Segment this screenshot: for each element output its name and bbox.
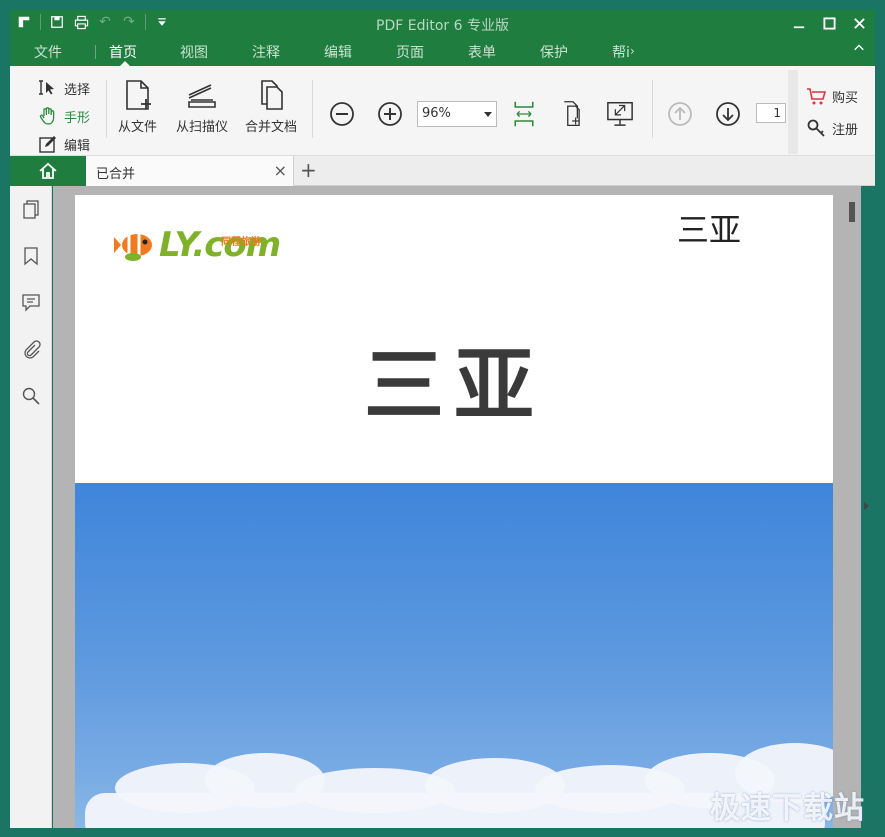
register-label: 注册 [832,122,859,138]
from-scanner-button[interactable]: 从扫描仪 [176,78,228,135]
ribbon-toolbar: 选择 手形 编辑 从文件 从扫描仪 合并文档 96% 1 购买 注册 [10,66,875,156]
from-file-button[interactable]: 从文件 [118,78,157,135]
arrow-down-icon [716,102,740,126]
close-tab-icon[interactable]: × [274,161,287,180]
previous-page-button[interactable] [665,99,695,129]
from-file-label: 从文件 [118,120,158,135]
attachment-icon[interactable] [20,338,42,360]
buy-label: 购买 [832,90,859,106]
merge-docs-label: 合并文档 [245,120,298,135]
scanner-icon [188,84,216,108]
logo-subtitle: 同程旅游 [221,237,261,248]
merge-files-icon [261,80,283,110]
ly-logo: LY.com 同程旅游 [113,225,281,265]
account-actions: 购买 注册 [806,80,858,144]
minimize-button[interactable] [789,13,809,33]
fit-width-icon [514,101,534,127]
zoom-value: 96% [422,106,451,121]
tab-protect[interactable]: 保护 [540,42,568,62]
left-sidebar [10,186,59,828]
window-controls [789,13,869,33]
pages-thumbnail-icon[interactable] [20,198,42,220]
vertical-scrollbar[interactable] [845,186,861,828]
tab-file[interactable]: 文件 [34,42,62,62]
menu-divider [95,45,96,59]
edit-mode-label: 编辑 [64,138,91,154]
hand-mode-button[interactable]: 手形 [38,102,90,130]
bookmark-icon[interactable] [20,245,42,267]
collapse-ribbon-icon[interactable] [853,42,865,58]
sky-photo [75,483,833,828]
search-icon[interactable] [20,385,42,407]
select-mode-label: 选择 [64,82,91,98]
buy-button[interactable]: 购买 [806,80,858,112]
new-file-icon [125,80,151,110]
scrollbar-thumb[interactable] [849,202,855,222]
maximize-button[interactable] [819,13,839,33]
tab-edit[interactable]: 编辑 [324,42,352,62]
edit-icon [39,136,56,153]
menu-bar: 文件 首页 视图 注释 编辑 页面 表单 保护 帮i › [10,38,875,66]
zoom-out-icon [330,102,354,126]
ribbon-separator [106,80,107,138]
fullscreen-icon [607,101,633,126]
main-title: 三亚 [364,338,544,432]
tab-annotate[interactable]: 注释 [252,42,280,62]
document-tab-bar: 已合并 × + [10,156,875,186]
zoom-out-button[interactable] [327,99,357,129]
document-tab[interactable]: 已合并 × [86,156,294,186]
cart-icon [807,88,826,105]
document-tab-title: 已合并 [96,167,136,182]
ribbon-scrollbar[interactable] [788,70,798,154]
zoom-in-icon [378,102,402,126]
mode-list: 选择 手形 编辑 [38,74,90,158]
window-title: PDF Editor 6 专业版 [376,18,509,34]
tab-view[interactable]: 视图 [180,42,208,62]
fit-page-button[interactable] [557,96,589,132]
logo-brand-text: LY.com [159,225,281,265]
title-bar: ↶ ↷ PDF Editor 6 专业版 [10,10,875,38]
tab-help[interactable]: 帮i [612,42,630,62]
watermark: 极速下载站 [710,791,865,826]
ribbon-separator [652,80,653,138]
page-number-input[interactable]: 1 [756,103,786,123]
zoom-select[interactable]: 96% [417,101,497,127]
right-panel-expand-icon[interactable] [864,502,869,510]
hand-mode-label: 手形 [64,110,91,126]
key-icon [807,119,825,137]
next-page-button[interactable] [713,99,743,129]
close-button[interactable] [849,13,869,33]
fit-width-button[interactable] [508,96,540,132]
fit-page-icon [564,101,580,127]
register-button[interactable]: 注册 [806,112,858,144]
select-mode-button[interactable]: 选择 [38,74,90,102]
add-tab-icon[interactable]: + [300,158,317,182]
tab-form[interactable]: 表单 [468,42,496,62]
from-scanner-label: 从扫描仪 [176,120,229,135]
comment-icon[interactable] [20,291,42,313]
zoom-in-button[interactable] [375,99,405,129]
hand-icon [39,107,55,125]
clownfish-logo-icon [114,234,152,261]
pdf-page: LY.com 同程旅游 三亚 三亚 [75,195,833,828]
more-tabs-icon[interactable]: › [630,44,635,58]
edit-mode-button[interactable]: 编辑 [38,130,90,158]
document-viewport[interactable]: LY.com 同程旅游 三亚 三亚 [53,186,861,828]
home-tab[interactable] [10,156,86,186]
merge-docs-button[interactable]: 合并文档 [245,78,297,135]
arrow-up-icon [668,102,692,126]
app-window: ↶ ↷ PDF Editor 6 专业版 文件 首页 视图 注释 编辑 页面 表… [0,0,885,837]
home-icon [39,162,57,179]
tab-page[interactable]: 页面 [396,42,424,62]
fullscreen-button[interactable] [603,96,637,130]
tab-home[interactable]: 首页 [109,42,137,62]
select-cursor-icon [39,80,54,95]
chevron-down-icon [484,112,492,117]
corner-title: 三亚 [677,211,742,249]
ribbon-separator [312,80,313,138]
